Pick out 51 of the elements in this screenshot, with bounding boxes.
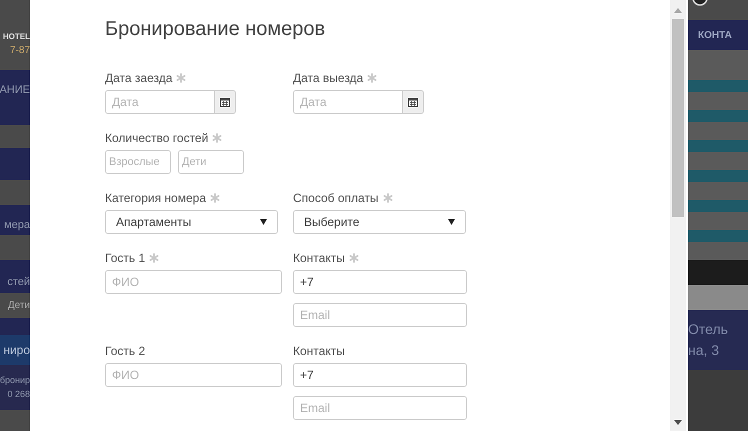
calendar-button[interactable] — [403, 90, 424, 114]
backdrop-text: на, 3 — [688, 341, 720, 360]
logo-text: HOTEL — [2, 31, 30, 43]
field-label: Способ оплаты — [293, 190, 379, 207]
footer-band — [688, 370, 748, 431]
asterisk-icon — [382, 193, 393, 203]
asterisk-icon — [212, 133, 222, 143]
backdrop-text: 0 268 — [7, 388, 30, 400]
dropdown[interactable]: Выберите — [293, 210, 466, 234]
asterisk-icon — [367, 73, 378, 83]
date-field[interactable]: Дата — [105, 90, 215, 114]
field-label: Дата заезда — [105, 70, 172, 87]
caret-icon — [448, 219, 455, 225]
guest-count-field[interactable]: Взрослые — [105, 150, 171, 174]
calendar-button[interactable] — [215, 90, 236, 114]
backdrop-text: бронир — [0, 374, 30, 387]
backdrop-text: ниро — [3, 342, 30, 359]
field-label: Гость 2 — [105, 343, 146, 360]
asterisk-icon — [210, 193, 220, 203]
phone-text: 7-87 — [10, 44, 30, 58]
field-label: Контакты — [293, 343, 345, 360]
contact-field[interactable]: +7 — [293, 270, 467, 294]
calendar-icon — [220, 97, 230, 107]
field-label: Категория номера — [105, 190, 206, 207]
modal-title: Бронирование номеров — [105, 17, 326, 41]
caret-icon — [260, 219, 267, 225]
backdrop-text: мера — [4, 218, 30, 232]
scrollbar-thumb[interactable] — [672, 19, 684, 217]
nav-text: КОНТА — [698, 28, 732, 42]
backdrop-text: Отель — [688, 320, 729, 339]
asterisk-icon — [348, 253, 359, 263]
asterisk-icon — [149, 253, 160, 263]
contact-field[interactable]: Email — [293, 303, 467, 327]
contact-field[interactable]: +7 — [293, 363, 467, 387]
backdrop-text: Дети — [8, 299, 30, 313]
date-field[interactable]: Дата — [293, 90, 403, 114]
scroll-down-icon[interactable] — [674, 420, 682, 425]
field-label: Количество гостей — [105, 130, 208, 147]
name-field[interactable]: ФИО — [105, 363, 282, 387]
dropdown[interactable]: Апартаменты — [105, 210, 278, 234]
field-label: Контакты — [293, 250, 345, 267]
backdrop-text: стей — [7, 274, 30, 290]
menu-band — [0, 148, 30, 180]
asterisk-icon — [176, 73, 186, 83]
scrollbar[interactable] — [670, 0, 686, 431]
field-label: Дата выезда — [293, 70, 364, 87]
guest-count-field[interactable]: Дети — [178, 150, 244, 174]
calendar-icon — [408, 97, 418, 107]
name-field[interactable]: ФИО — [105, 270, 282, 294]
contact-field[interactable]: Email — [293, 396, 467, 420]
field-label: Гость 1 — [105, 250, 146, 267]
